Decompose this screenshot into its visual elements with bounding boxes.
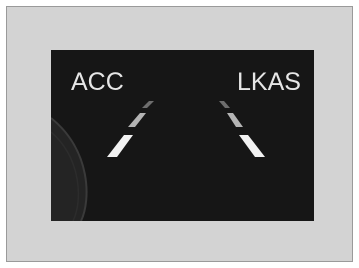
instrument-display: ACC LKAS xyxy=(51,50,314,221)
left-lane-marking-icon xyxy=(107,101,154,157)
acc-indicator-label: ACC xyxy=(71,68,124,96)
lkas-indicator-label: LKAS xyxy=(237,68,301,96)
right-lane-marking-icon xyxy=(219,101,265,157)
illustration-frame: ACC LKAS xyxy=(6,6,353,262)
gauge-arc-icon xyxy=(51,117,88,221)
